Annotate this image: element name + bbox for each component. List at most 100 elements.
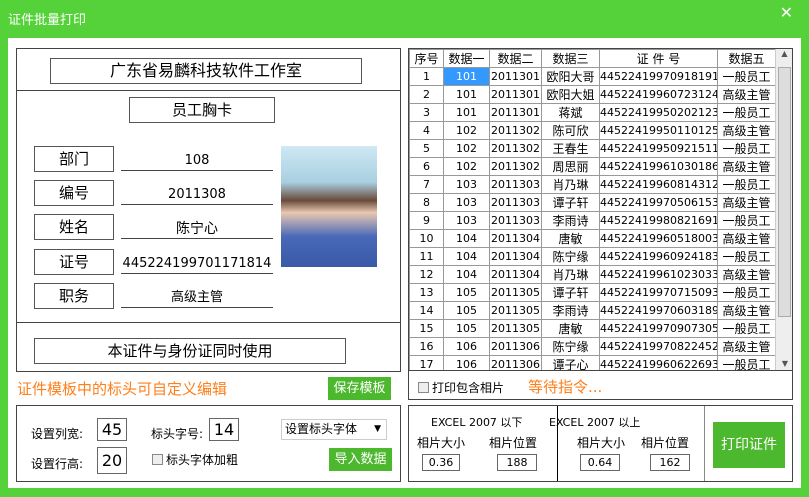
table-cell[interactable]: 8 (409, 193, 444, 212)
table-cell[interactable]: 谭子心 (541, 355, 600, 370)
field-label[interactable]: 职务 (34, 283, 114, 309)
table-row[interactable]: 7 103 2011303 肖乃琳 445224199608143122 一般员工 (409, 175, 776, 194)
table-cell[interactable]: 7 (409, 175, 444, 194)
table-cell[interactable]: 陈可欣 (541, 121, 600, 140)
col-width-input[interactable]: 45 (97, 418, 127, 441)
table-cell[interactable]: 14 (409, 301, 444, 320)
table-cell[interactable]: 445224199709073055 (599, 319, 718, 338)
table-cell[interactable]: 欧阳大哥 (541, 67, 600, 86)
table-cell[interactable]: 陈宁缘 (541, 337, 600, 356)
table-cell[interactable]: 105 (443, 283, 490, 302)
table-cell[interactable]: 102 (443, 157, 490, 176)
table-cell[interactable]: 445224199708224528 (599, 337, 718, 356)
table-cell[interactable]: 欧阳大姐 (541, 85, 600, 104)
print-button[interactable]: 打印证件 (713, 422, 785, 468)
table-row[interactable]: 6 102 2011302 周思丽 445224199610301863 高级主管 (409, 157, 776, 176)
font-size-input[interactable]: 14 (209, 418, 239, 441)
table-cell[interactable]: 2011306 (489, 355, 542, 370)
row-height-input[interactable]: 20 (97, 447, 127, 474)
table-cell[interactable]: 2011303 (489, 211, 542, 230)
scroll-down-icon[interactable]: ▼ (776, 359, 792, 368)
company-name[interactable]: 广东省易麟科技软件工作室 (50, 58, 362, 84)
table-cell[interactable]: 102 (443, 139, 490, 158)
table-cell[interactable]: 2011305 (489, 319, 542, 338)
table-cell[interactable]: 李雨诗 (541, 301, 600, 320)
bold-checkbox[interactable]: 标头字体加粗 (152, 451, 238, 468)
table-cell[interactable]: 10 (409, 229, 444, 248)
column-header[interactable]: 数据二 (489, 49, 542, 68)
table-cell[interactable]: 3 (409, 103, 444, 122)
table-cell[interactable]: 101 (443, 103, 490, 122)
table-cell[interactable]: 2011301 (489, 85, 542, 104)
table-cell[interactable]: 104 (443, 265, 490, 284)
table-cell[interactable]: 2011303 (489, 193, 542, 212)
table-cell[interactable]: 2011305 (489, 301, 542, 320)
table-cell[interactable]: 16 (409, 337, 444, 356)
scroll-thumb[interactable] (778, 67, 791, 317)
table-cell[interactable]: 一般员工 (717, 67, 776, 86)
table-row[interactable]: 10 104 2011304 唐敏 445224199605180032 高级主管 (409, 229, 776, 248)
table-cell[interactable]: 2011303 (489, 175, 542, 194)
table-cell[interactable]: 106 (443, 355, 490, 370)
table-cell[interactable]: 13 (409, 283, 444, 302)
table-cell[interactable]: 103 (443, 193, 490, 212)
table-cell[interactable]: 445224199610301863 (599, 157, 718, 176)
above-pos-input[interactable]: 162 (650, 454, 690, 471)
table-cell[interactable]: 唐敏 (541, 229, 600, 248)
table-cell[interactable]: 445224199706031896 (599, 301, 718, 320)
table-cell[interactable]: 445224199607231243 (599, 85, 718, 104)
table-row[interactable]: 12 104 2011304 肖乃琳 44522419961023033x 高级主管 (409, 265, 776, 284)
table-row[interactable]: 3 101 2011301 蒋斌 445224199502021231 一般员工 (409, 103, 776, 122)
table-cell[interactable]: 1 (409, 67, 444, 86)
table-cell[interactable]: 9 (409, 211, 444, 230)
below-pos-input[interactable]: 188 (497, 454, 537, 471)
table-cell[interactable]: 2011305 (489, 283, 542, 302)
table-cell[interactable]: 一般员工 (717, 283, 776, 302)
table-cell[interactable]: 11 (409, 247, 444, 266)
table-row[interactable]: 1 101 2011301 欧阳大哥 445224199709181910 一般员工 (409, 67, 776, 86)
table-cell[interactable]: 445224199609241832 (599, 247, 718, 266)
table-row[interactable]: 11 104 2011304 陈宁缘 445224199609241832 一般员工 (409, 247, 776, 266)
table-cell[interactable]: 高级主管 (717, 229, 776, 248)
table-cell[interactable]: 445224199502021231 (599, 103, 718, 122)
table-cell[interactable]: 106 (443, 337, 490, 356)
table-cell[interactable]: 肖乃琳 (541, 175, 600, 194)
table-cell[interactable]: 高级主管 (717, 265, 776, 284)
table-cell[interactable]: 105 (443, 319, 490, 338)
column-header[interactable]: 数据一 (443, 49, 490, 68)
table-row[interactable]: 15 105 2011305 唐敏 445224199709073055 一般员工 (409, 319, 776, 338)
table-cell[interactable]: 一般员工 (717, 355, 776, 370)
table-cell[interactable]: 一般员工 (717, 319, 776, 338)
table-cell[interactable]: 一般员工 (717, 139, 776, 158)
table-row[interactable]: 5 102 2011302 王春生 445224199509215119 一般员工 (409, 139, 776, 158)
table-cell[interactable]: 2011302 (489, 121, 542, 140)
table-cell[interactable]: 高级主管 (717, 301, 776, 320)
save-template-button[interactable]: 保存模板 (328, 377, 391, 400)
table-cell[interactable]: 蒋斌 (541, 103, 600, 122)
table-cell[interactable]: 103 (443, 211, 490, 230)
table-cell[interactable]: 104 (443, 247, 490, 266)
column-header[interactable]: 数据三 (541, 49, 600, 68)
table-cell[interactable]: 2011301 (489, 67, 542, 86)
table-cell[interactable]: 一般员工 (717, 103, 776, 122)
table-cell[interactable]: 2 (409, 85, 444, 104)
table-cell[interactable]: 105 (443, 301, 490, 320)
table-cell[interactable]: 李雨诗 (541, 211, 600, 230)
table-cell[interactable]: 104 (443, 229, 490, 248)
table-row[interactable]: 8 103 2011303 谭子轩 445224199705061532 高级主管 (409, 193, 776, 212)
close-icon[interactable]: ✕ (780, 3, 793, 22)
table-cell[interactable]: 445224199509215119 (599, 139, 718, 158)
table-row[interactable]: 13 105 2011305 谭子轩 445224199707150934 一般员工 (409, 283, 776, 302)
include-photo-checkbox[interactable]: 打印包含相片 (418, 379, 504, 396)
table-row[interactable]: 9 103 2011303 李雨诗 445224199808216912 一般员工 (409, 211, 776, 230)
table-cell[interactable]: 101 (443, 67, 490, 86)
table-row[interactable]: 16 106 2011306 陈宁缘 445224199708224528 高级主管 (409, 337, 776, 356)
field-label[interactable]: 证号 (34, 249, 114, 275)
table-cell[interactable]: 445224199707150934 (599, 283, 718, 302)
above-size-input[interactable]: 0.64 (580, 454, 620, 471)
table-cell[interactable]: 12 (409, 265, 444, 284)
table-cell[interactable]: 6 (409, 157, 444, 176)
table-row[interactable]: 4 102 2011302 陈可欣 445224199501101256 高级主管 (409, 121, 776, 140)
table-cell[interactable]: 谭子轩 (541, 283, 600, 302)
table-cell[interactable]: 2011302 (489, 157, 542, 176)
